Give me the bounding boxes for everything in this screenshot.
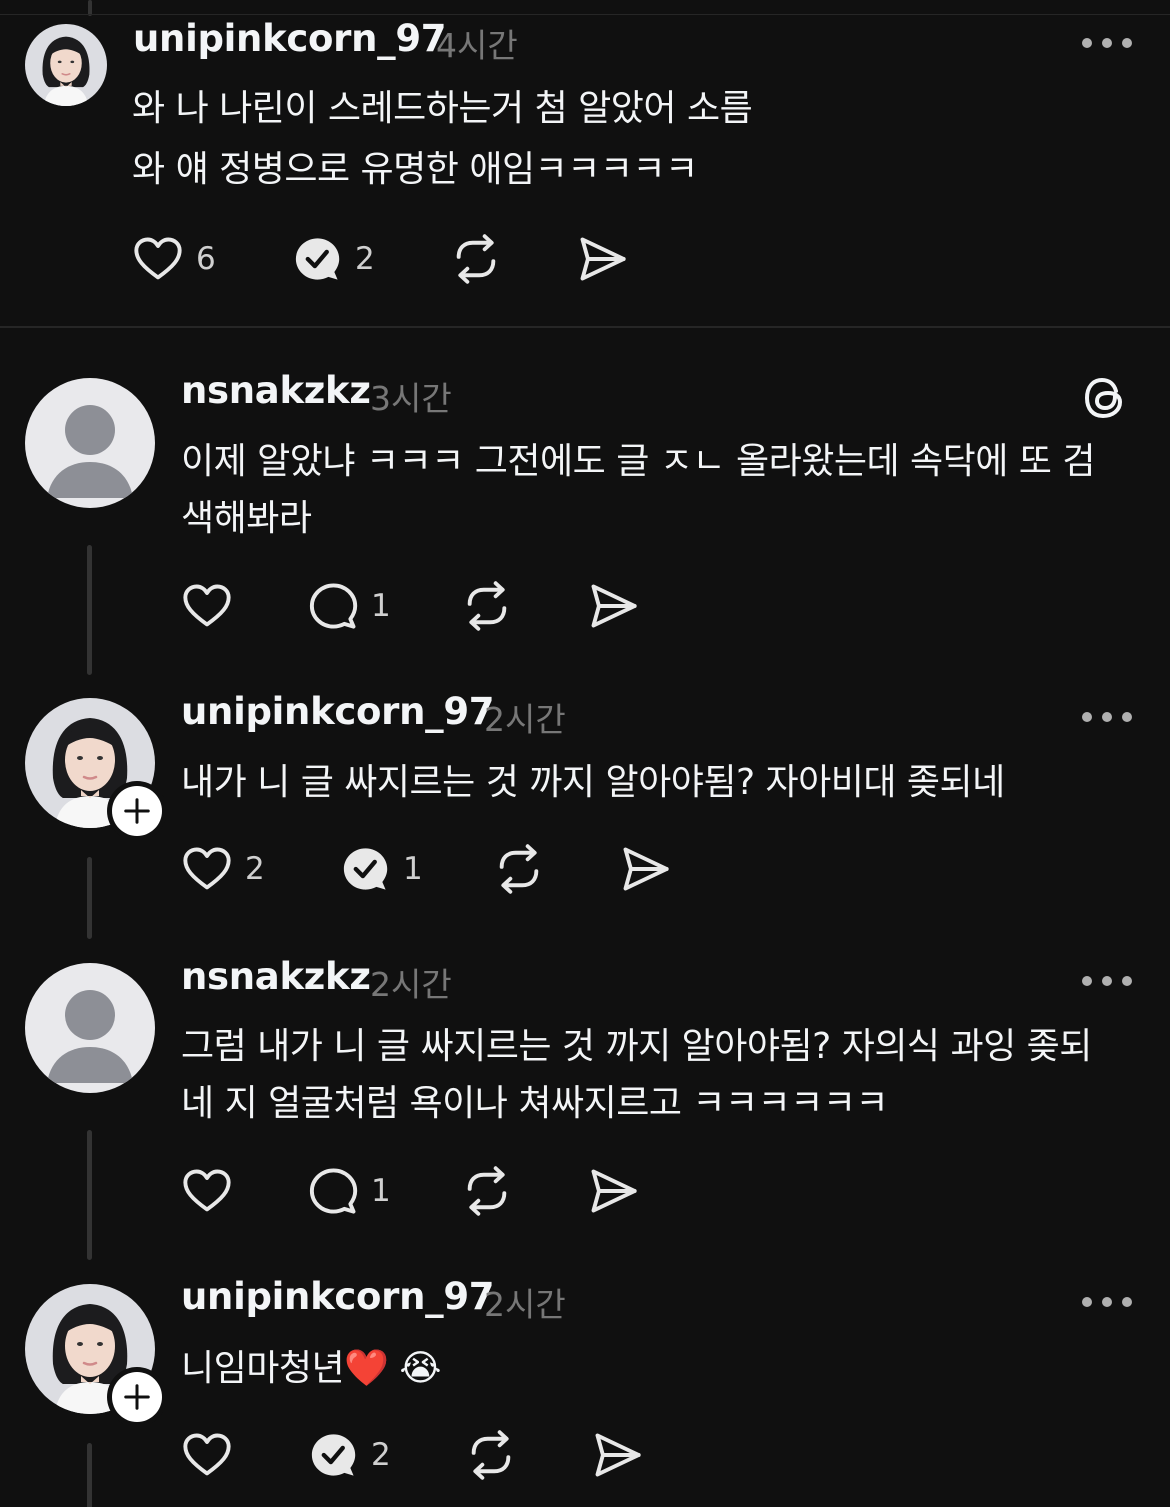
repost-button[interactable] <box>450 233 502 285</box>
top-divider <box>0 14 1170 15</box>
reply-button[interactable]: 2 <box>307 1429 391 1481</box>
repost-button[interactable] <box>461 580 513 632</box>
reply-count: 2 <box>355 241 375 277</box>
reply-button[interactable]: 1 <box>307 580 391 632</box>
like-button[interactable] <box>181 1429 233 1481</box>
thread-line <box>87 1130 92 1260</box>
more-options-icon[interactable] <box>1082 1296 1132 1308</box>
timestamp: 3시간 <box>370 379 452 418</box>
heart-outline-icon <box>132 233 184 285</box>
reply-button[interactable]: 2 <box>291 233 375 285</box>
username[interactable]: unipinkcorn_97 <box>181 690 495 733</box>
threads-logo-icon[interactable] <box>1082 374 1130 422</box>
emoji-text: ❤️ 😭 <box>344 1348 441 1389</box>
heart-outline-icon <box>181 843 233 895</box>
timestamp: 2시간 <box>484 700 566 739</box>
post-text-line: 이제 알았냐 ㅋㅋㅋ 그전에도 글 ㅈㄴ 올라왔는데 속닥에 또 검 <box>181 441 1096 482</box>
section-divider <box>0 326 1170 328</box>
like-button[interactable]: 2 <box>181 843 265 895</box>
like-button[interactable]: 6 <box>132 233 216 285</box>
username[interactable]: nsnakzkz <box>181 955 371 998</box>
reply-bubble-icon <box>307 1165 359 1217</box>
share-button[interactable] <box>619 843 671 895</box>
username[interactable]: unipinkcorn_97 <box>181 1275 495 1318</box>
verified-reply-icon <box>307 1429 359 1481</box>
root-post: unipinkcorn_97 4시간 와 나 나린이 스레드하는거 첨 알았어 … <box>0 0 1170 327</box>
repost-button[interactable] <box>465 1429 517 1481</box>
reply-bubble-icon <box>307 580 359 632</box>
share-button[interactable] <box>587 1165 639 1217</box>
reply-count: 1 <box>403 851 423 887</box>
send-icon <box>619 843 671 895</box>
reply-count: 1 <box>371 588 391 624</box>
repost-button[interactable] <box>493 843 545 895</box>
reply-button[interactable]: 1 <box>339 843 423 895</box>
avatar[interactable] <box>25 963 155 1093</box>
send-icon <box>591 1429 643 1481</box>
follow-button[interactable] <box>107 781 167 841</box>
reply-button[interactable]: 1 <box>307 1165 391 1217</box>
more-options-icon[interactable] <box>1082 711 1132 723</box>
post-text-line: 와 나 나린이 스레드하는거 첨 알았어 소름 <box>132 88 753 129</box>
thread-line <box>87 1443 92 1507</box>
heart-outline-icon <box>181 580 233 632</box>
repost-button[interactable] <box>461 1165 513 1217</box>
reply-count: 2 <box>371 1437 391 1473</box>
avatar[interactable] <box>25 24 107 106</box>
thread-line <box>87 857 92 939</box>
verified-reply-icon <box>339 843 391 895</box>
post-text: 니임마청년 <box>181 1348 345 1389</box>
repost-icon <box>493 843 545 895</box>
share-button[interactable] <box>587 580 639 632</box>
timestamp: 2시간 <box>370 965 452 1004</box>
post-text-line: 그럼 내가 니 글 싸지르는 것 까지 알아야됨? 자의식 과잉 좆되 <box>181 1026 1092 1067</box>
send-icon <box>587 1165 639 1217</box>
like-button[interactable] <box>181 580 233 632</box>
timestamp: 2시간 <box>484 1285 566 1324</box>
timestamp: 4시간 <box>436 26 518 65</box>
plus-icon <box>119 793 155 829</box>
verified-reply-icon <box>291 233 343 285</box>
username[interactable]: unipinkcorn_97 <box>133 17 447 60</box>
repost-icon <box>461 1165 513 1217</box>
more-options-icon[interactable] <box>1082 37 1132 49</box>
reply-count: 1 <box>371 1173 391 1209</box>
avatar[interactable] <box>25 378 155 508</box>
like-button[interactable] <box>181 1165 233 1217</box>
heart-outline-icon <box>181 1165 233 1217</box>
like-count: 2 <box>245 851 265 887</box>
more-options-icon[interactable] <box>1082 975 1132 987</box>
post-text-line: 색해봐라 <box>181 498 312 539</box>
repost-icon <box>465 1429 517 1481</box>
post-text-line: 내가 니 글 싸지르는 것 까지 알아야됨? 자아비대 좆되네 <box>181 762 1005 803</box>
like-count: 6 <box>196 241 216 277</box>
thread-line <box>87 545 92 675</box>
send-icon <box>587 580 639 632</box>
share-button[interactable] <box>591 1429 643 1481</box>
follow-button[interactable] <box>107 1367 167 1427</box>
post-text-line: 니임마청년❤️ 😭 <box>181 1340 441 1398</box>
plus-icon <box>119 1379 155 1415</box>
heart-outline-icon <box>181 1429 233 1481</box>
repost-icon <box>450 233 502 285</box>
share-button[interactable] <box>576 233 628 285</box>
post-text-line: 와 얘 정병으로 유명한 애임ㅋㅋㅋㅋㅋ <box>132 149 698 190</box>
send-icon <box>576 233 628 285</box>
post-text-line: 네 지 얼굴처럼 욕이나 쳐싸지르고 ㅋㅋㅋㅋㅋㅋ <box>181 1083 889 1124</box>
username[interactable]: nsnakzkz <box>181 369 371 412</box>
repost-icon <box>461 580 513 632</box>
